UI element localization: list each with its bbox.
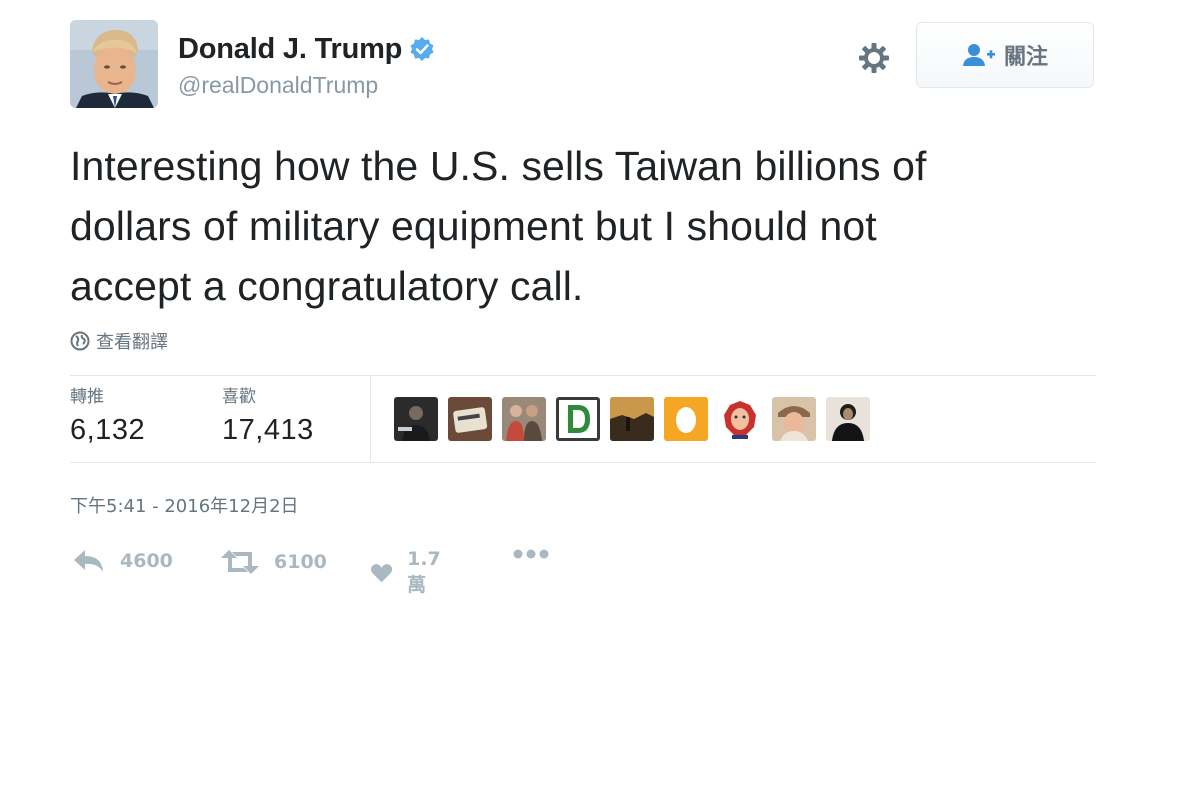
stats-divider xyxy=(370,376,371,462)
retweets-count: 6,132 xyxy=(70,414,146,446)
more-actions-button[interactable] xyxy=(512,548,550,560)
fullname-row: Donald J. Trump xyxy=(178,32,435,66)
tweet-timestamp[interactable]: 下午5:41 - 2016年12月2日 xyxy=(70,492,299,518)
heart-icon xyxy=(370,563,393,582)
retweet-icon xyxy=(221,550,259,574)
follow-button[interactable]: 關注 xyxy=(916,22,1094,88)
like-button[interactable]: 1.7萬 xyxy=(370,548,448,597)
engagement-stats: 轉推 6,132 喜歡 17,413 xyxy=(70,375,1096,463)
more-options-gear-button[interactable] xyxy=(854,38,894,78)
gear-icon xyxy=(859,43,889,73)
tweet-text-line: Interesting how the U.S. sells Taiwan bi… xyxy=(70,143,927,189)
tweet-text-line: dollars of military equipment but I shou… xyxy=(70,203,877,249)
liker-avatars xyxy=(394,397,870,441)
likes-label: 喜歡 xyxy=(222,387,256,407)
retweets-label: 轉推 xyxy=(70,387,104,407)
liker-avatar[interactable] xyxy=(610,397,654,441)
globe-icon xyxy=(70,331,90,351)
likes-count: 17,413 xyxy=(222,414,314,446)
liker-avatar[interactable] xyxy=(448,397,492,441)
like-count: 1.7萬 xyxy=(407,548,441,596)
reply-count: 4600 xyxy=(120,550,173,572)
tweet-text: Interesting how the U.S. sells Taiwan bi… xyxy=(70,136,1100,316)
retweet-button[interactable]: 6100 xyxy=(220,548,327,576)
reply-button[interactable]: 4600 xyxy=(72,548,173,574)
tweet-text-line: accept a congratulatory call. xyxy=(70,263,584,309)
add-user-icon xyxy=(962,44,995,66)
liker-avatar[interactable] xyxy=(394,397,438,441)
verified-badge-icon xyxy=(409,36,435,62)
retweet-count: 6100 xyxy=(274,551,327,573)
translate-link[interactable]: 查看翻譯 xyxy=(70,328,168,354)
user-handle[interactable]: @realDonaldTrump xyxy=(178,72,435,99)
more-dots-icon xyxy=(513,549,549,559)
user-avatar[interactable] xyxy=(70,20,158,108)
translate-label: 查看翻譯 xyxy=(96,332,168,353)
liker-avatar[interactable] xyxy=(502,397,546,441)
user-fullname[interactable]: Donald J. Trump xyxy=(178,33,402,66)
user-names: Donald J. Trump @realDonaldTrump xyxy=(178,32,435,99)
liker-avatar[interactable] xyxy=(718,397,762,441)
liker-avatar[interactable] xyxy=(826,397,870,441)
likes-stat[interactable]: 喜歡 17,413 xyxy=(222,386,314,447)
liker-avatar[interactable] xyxy=(556,397,600,441)
liker-avatar[interactable] xyxy=(664,397,708,441)
follow-button-label: 關注 xyxy=(1003,45,1048,70)
retweets-stat[interactable]: 轉推 6,132 xyxy=(70,386,145,447)
tweet-card: Donald J. Trump @realDonaldTrump 關注 Inte… xyxy=(70,18,1096,618)
liker-avatar[interactable] xyxy=(772,397,816,441)
reply-icon xyxy=(74,550,103,572)
